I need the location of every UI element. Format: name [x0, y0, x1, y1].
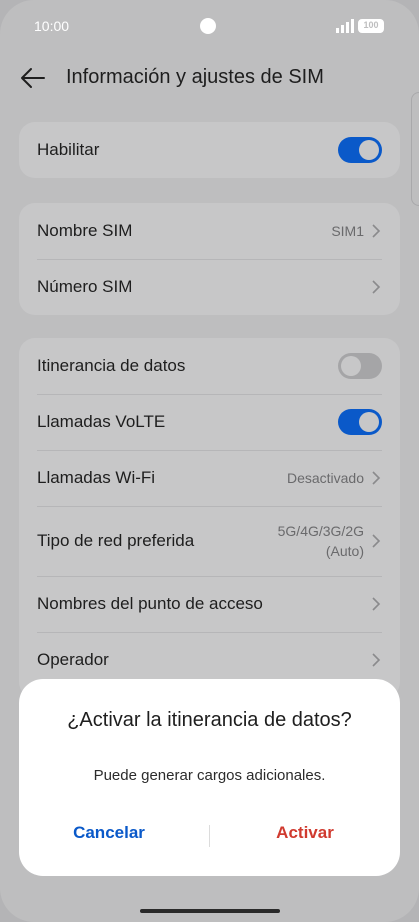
row-network-type[interactable]: Tipo de red preferida 5G/4G/3G/2G (Auto) — [19, 506, 400, 576]
itinerancia-toggle[interactable] — [338, 353, 382, 379]
row-label: Operador — [37, 650, 109, 669]
home-indicator[interactable] — [140, 909, 280, 913]
row-label: Llamadas VoLTE — [37, 412, 166, 431]
chevron-right-icon — [372, 280, 381, 294]
row-volte[interactable]: Llamadas VoLTE — [19, 394, 400, 450]
row-label: Llamadas Wi-Fi — [37, 468, 156, 487]
dialog-title: ¿Activar la itinerancia de datos? — [67, 709, 352, 731]
card-sim-info: Nombre SIM SIM1 Número SIM — [19, 203, 400, 315]
row-label: Tipo de red preferida — [37, 531, 195, 550]
row-label: Nombre SIM — [37, 221, 133, 240]
status-time: 10:00 — [34, 18, 70, 34]
side-handle — [411, 92, 419, 206]
back-arrow-icon[interactable] — [18, 64, 46, 92]
value-line-1: 5G/4G/3G/2G — [277, 523, 364, 539]
row-wifi-calls[interactable]: Llamadas Wi-Fi Desactivado — [19, 450, 400, 506]
card-enable: Habilitar — [19, 122, 400, 178]
card-network: Itinerancia de datos Llamadas VoLTE Llam… — [19, 338, 400, 698]
signal-icon — [336, 19, 354, 33]
roaming-dialog: ¿Activar la itinerancia de datos? Puede … — [19, 679, 400, 876]
activate-button[interactable]: Activar — [215, 823, 395, 843]
header: Información y ajustes de SIM — [0, 56, 419, 100]
habilitar-toggle[interactable] — [338, 137, 382, 163]
row-value: SIM1 — [331, 223, 364, 239]
toggle-knob — [341, 356, 361, 376]
row-label: Itinerancia de datos — [37, 356, 186, 375]
row-numero-sim[interactable]: Número SIM — [19, 259, 400, 315]
dialog-message: Puede generar cargos adicionales. — [93, 767, 326, 784]
battery-icon: 100 — [358, 19, 384, 33]
row-label: Nombres del punto de acceso — [37, 594, 263, 613]
chevron-right-icon — [372, 471, 381, 485]
row-itinerancia[interactable]: Itinerancia de datos — [19, 338, 400, 394]
row-label: Número SIM — [37, 277, 133, 296]
toggle-knob — [359, 140, 379, 160]
dialog-divider — [209, 825, 210, 847]
value-line-2: (Auto) — [325, 543, 364, 559]
page-title: Información y ajustes de SIM — [66, 66, 324, 88]
phone-screen: 10:00 100 Información y ajustes de SIM H… — [0, 0, 419, 922]
toggle-knob — [359, 412, 379, 432]
chevron-right-icon — [372, 597, 381, 611]
volte-toggle[interactable] — [338, 409, 382, 435]
row-value: 5G/4G/3G/2G (Auto) — [278, 521, 364, 561]
row-nombre-sim[interactable]: Nombre SIM SIM1 — [19, 203, 400, 259]
row-value: Desactivado — [286, 470, 364, 486]
chevron-right-icon — [372, 653, 381, 667]
status-bar: 10:00 100 — [0, 0, 419, 52]
row-apn[interactable]: Nombres del punto de acceso — [19, 576, 400, 632]
chevron-right-icon — [372, 224, 381, 238]
row-habilitar[interactable]: Habilitar — [19, 122, 400, 178]
row-label: Habilitar — [37, 140, 100, 159]
chevron-right-icon — [372, 534, 381, 548]
cancel-button[interactable]: Cancelar — [19, 823, 199, 843]
camera-cutout — [200, 18, 216, 34]
